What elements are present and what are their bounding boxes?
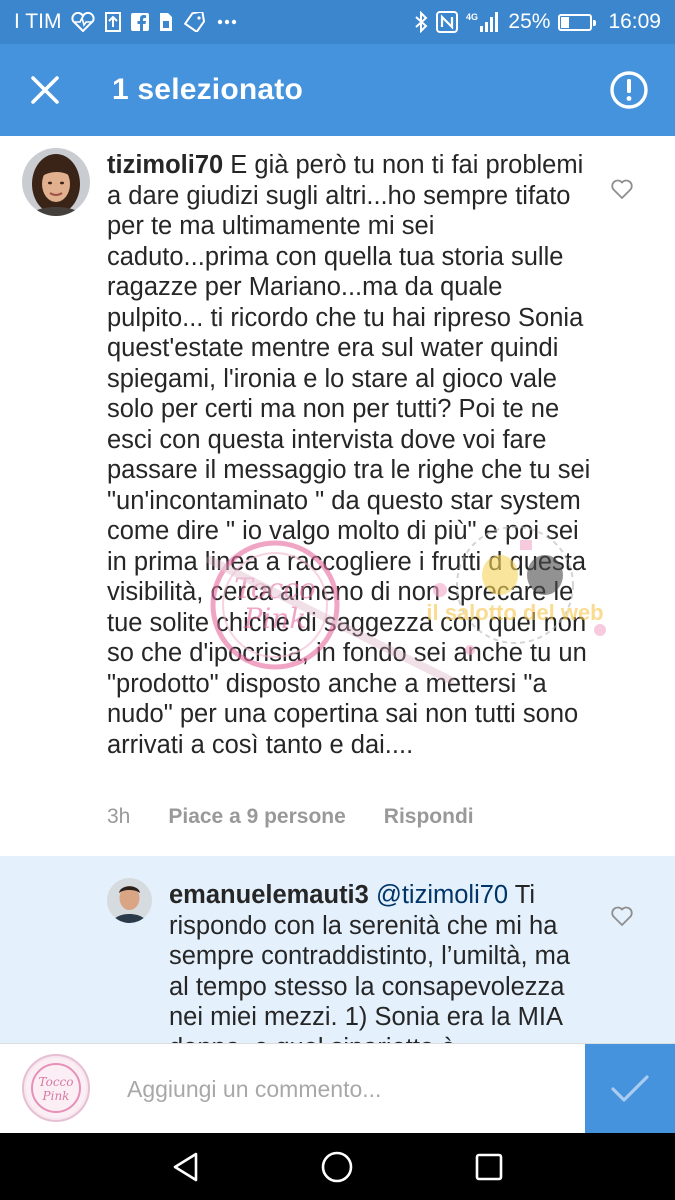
reply-avatar[interactable] <box>107 878 152 923</box>
system-nav-bar <box>0 1133 675 1200</box>
reply-button[interactable]: Rispondi <box>384 805 474 829</box>
more-dots-icon <box>217 10 237 34</box>
carrier-label: I TIM <box>14 10 62 33</box>
recents-square-icon <box>475 1153 503 1180</box>
back-triangle-icon <box>173 1152 198 1181</box>
svg-text:Pink: Pink <box>42 1089 70 1103</box>
sim-icon <box>159 10 173 34</box>
bluetooth-icon <box>414 10 428 34</box>
status-bar: I TIM 4G 25% 16:09 <box>0 0 675 44</box>
screen: I TIM 4G 25% 16:09 1 selezionato tizimol… <box>0 0 675 1200</box>
selection-title: 1 selezionato <box>112 73 303 106</box>
battery-percent: 25% <box>508 10 551 33</box>
battery-icon <box>558 13 597 31</box>
nfc-icon <box>436 10 459 34</box>
heart-icon <box>611 179 633 199</box>
comment-text: E già però tu non ti fai problemi a dare… <box>107 151 591 759</box>
comment-time: 3h <box>107 805 131 828</box>
recents-button[interactable] <box>459 1137 519 1197</box>
alert-circle-icon <box>610 71 648 109</box>
checkmark-icon <box>611 1075 649 1102</box>
home-button[interactable] <box>307 1137 367 1197</box>
likes-count[interactable]: Piace a 9 persone <box>168 805 345 829</box>
comment[interactable]: tizimoli70 E già però tu non ti fai prob… <box>0 136 675 856</box>
svg-text:Tocco: Tocco <box>39 1075 74 1089</box>
close-icon <box>31 76 59 104</box>
like-button[interactable] <box>607 174 637 204</box>
reply-body: emanuelemauti3 @tizimoli70 Ti rispondo c… <box>169 880 594 1046</box>
comment-username[interactable]: tizimoli70 <box>107 151 223 179</box>
action-bar: 1 selezionato <box>0 44 675 136</box>
heart-icon <box>611 906 633 926</box>
home-circle-icon <box>322 1151 353 1182</box>
comment-meta: 3h Piace a 9 persone Rispondi <box>107 805 474 829</box>
network-label: 4G <box>466 12 478 22</box>
post-comment-button[interactable] <box>585 1044 675 1134</box>
comment-input[interactable] <box>127 1066 567 1112</box>
reply-comment[interactable]: emanuelemauti3 @tizimoli70 Ti rispondo c… <box>0 856 675 1046</box>
battery-level <box>561 16 569 28</box>
report-button[interactable] <box>583 44 675 136</box>
heart-rate-icon <box>71 10 96 34</box>
clock: 16:09 <box>608 10 661 33</box>
close-button[interactable] <box>0 44 90 136</box>
upload-icon <box>105 10 122 34</box>
my-avatar[interactable]: Tocco Pink <box>22 1054 90 1122</box>
comment-body: tizimoli70 E già però tu non ti fai prob… <box>107 150 597 760</box>
comment-composer: Tocco Pink <box>0 1043 675 1134</box>
reply-username[interactable]: emanuelemauti3 <box>169 881 369 909</box>
reply-like-button[interactable] <box>607 901 637 931</box>
reply-mention[interactable]: @tizimoli70 <box>376 881 508 909</box>
tag-icon <box>183 10 207 34</box>
facebook-icon <box>131 10 150 34</box>
avatar[interactable] <box>22 148 90 216</box>
signal-icon: 4G <box>466 10 500 34</box>
back-button[interactable] <box>156 1137 216 1197</box>
